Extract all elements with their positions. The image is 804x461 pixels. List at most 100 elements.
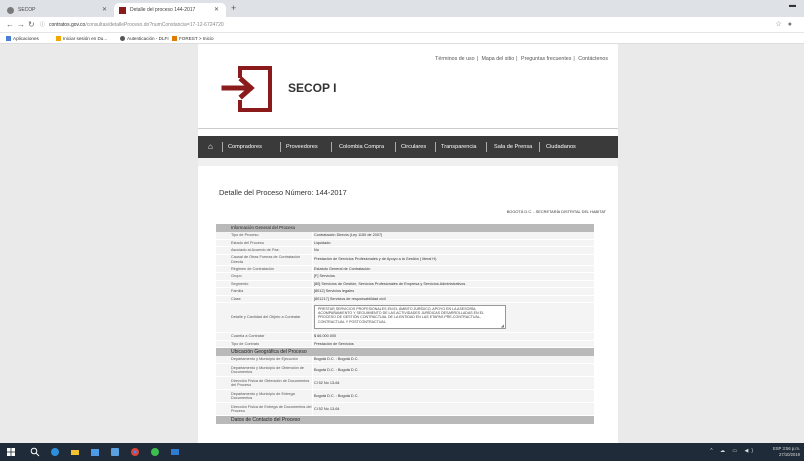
app-icon[interactable] xyxy=(170,447,180,457)
nav-divider xyxy=(331,142,332,152)
row-label: Detalle y Cantidad del Objeto a Contrata… xyxy=(231,315,301,320)
info-icon: ⓘ xyxy=(40,22,46,28)
browser-tab-detalle[interactable]: Detalle del proceso 144-2017 ✕ xyxy=(114,3,226,17)
nav-item-sala-prensa[interactable]: Sala de Prensa xyxy=(494,136,532,158)
globe-icon xyxy=(120,36,125,41)
bookmark-label: Aplicaciones xyxy=(13,36,39,41)
back-arrow-icon[interactable]: ← xyxy=(6,20,14,29)
table-row: Causal de Otras Formas de Contratación D… xyxy=(216,254,594,266)
row-value: Liquidado xyxy=(314,240,331,245)
url-field[interactable]: ⓘ contratos.gov.co/consultas/detalleProce… xyxy=(40,20,760,31)
link-contactenos[interactable]: Contáctenos xyxy=(578,56,608,62)
system-clock[interactable]: ESP 3:56 p.m. 27/10/2019 xyxy=(773,446,800,457)
cell-divider xyxy=(312,247,313,254)
bookmark-label: Iniciar sesión en Du... xyxy=(63,36,108,41)
cell-divider xyxy=(312,280,313,287)
nav-divider xyxy=(539,142,540,152)
bookmark-forest[interactable]: FOREST > Inicio xyxy=(172,33,214,44)
top-links: Términos de uso | Mapa del sitio | Pregunt… xyxy=(435,56,608,62)
forward-arrow-icon[interactable]: → xyxy=(17,20,25,29)
row-label: Dirección Física de Entrega de Documento… xyxy=(231,404,312,413)
table-row: Departamento y Municipio de Ejecución Bog… xyxy=(216,356,594,364)
table-row: Familia [8012] Servicios legales xyxy=(216,288,594,296)
header-divider xyxy=(198,128,618,129)
row-value: No xyxy=(314,248,319,253)
link-mapa[interactable]: Mapa del sitio xyxy=(481,56,514,62)
nav-divider xyxy=(486,142,487,152)
windows-start-icon[interactable] xyxy=(6,447,16,457)
reload-icon[interactable]: ↻ xyxy=(28,20,35,29)
row-value: Cl 52 No 13-64 xyxy=(314,380,340,385)
secop-logo-icon[interactable] xyxy=(220,62,280,116)
close-tab-icon[interactable]: ✕ xyxy=(102,3,107,17)
home-icon[interactable]: ⌂ xyxy=(208,136,213,158)
bookmark-apps[interactable]: Aplicaciones xyxy=(6,33,39,44)
store-icon[interactable] xyxy=(90,447,100,457)
nav-item-transparencia[interactable]: Transparencia xyxy=(441,136,477,158)
nav-divider xyxy=(222,142,223,152)
cell-divider xyxy=(312,377,313,389)
row-label: Departamento y Municipio de Ejecución xyxy=(231,357,298,362)
row-value: Bogotá D.C. : Bogotá D.C. xyxy=(314,367,359,372)
bookmarks-bar: Aplicaciones Iniciar sesión en Du... Aut… xyxy=(0,33,804,44)
minimize-icon[interactable]: ▬ xyxy=(789,2,796,9)
nav-item-ciudadanos[interactable]: Ciudadanos xyxy=(546,136,576,158)
chrome-icon[interactable] xyxy=(130,447,140,457)
row-value: Contratación Directa (Ley 1150 de 2007) xyxy=(314,233,383,238)
row-value: [F] Servicios xyxy=(314,274,335,279)
object-textarea[interactable]: PRESTAR SERVICIOS PROFESIONALES EN EL ÁM… xyxy=(314,305,506,329)
globe-icon xyxy=(7,7,14,14)
bookmark-label: FOREST > Inicio xyxy=(179,36,214,41)
cell-divider xyxy=(312,239,313,246)
table-row: Grupo [F] Servicios xyxy=(216,273,594,281)
nav-item-proveedores[interactable]: Proveedores xyxy=(286,136,318,158)
row-label: Tipo de Proceso xyxy=(231,233,259,238)
star-icon[interactable]: ☆● xyxy=(775,20,798,28)
cell-divider xyxy=(312,288,313,295)
bookmark-label: Autenticación - DLFI xyxy=(127,36,169,41)
bookmark-iniciar-sesion[interactable]: Iniciar sesión en Du... xyxy=(56,33,107,44)
nav-item-circulares[interactable]: Circulares xyxy=(401,136,426,158)
logo-text: SECOP I xyxy=(288,81,337,95)
whatsapp-icon[interactable] xyxy=(150,447,160,457)
apps-grid-icon xyxy=(6,36,11,41)
row-value: [8012] Servicios legales xyxy=(314,289,355,294)
bookmark-autenticacion[interactable]: Autenticación - DLFI xyxy=(120,33,169,44)
row-value: Cl 52 No 13-64 xyxy=(314,406,340,411)
close-tab-icon[interactable]: ✕ xyxy=(214,3,219,17)
url-host: contratos.gov.co xyxy=(49,22,86,28)
table-row: Departamento y Municipio de Entrega Docu… xyxy=(216,390,594,403)
link-preguntas[interactable]: Preguntas frecuentes xyxy=(521,56,571,62)
search-icon[interactable] xyxy=(30,447,40,457)
edge-icon[interactable] xyxy=(50,447,60,457)
table-row: Dirección Física de Obtención de Documen… xyxy=(216,377,594,390)
app-icon[interactable] xyxy=(110,447,120,457)
row-value: Estatuto General de Contratación xyxy=(314,266,371,271)
row-label: Segmento xyxy=(231,281,249,286)
row-value: [80] Servicios de Gestión, Servicios Pro… xyxy=(314,281,466,286)
tab-title: SECOP xyxy=(18,7,36,13)
nav-shadow-band xyxy=(198,158,618,166)
row-label: Tipo de Contrato xyxy=(231,341,260,346)
object-text: PRESTAR SERVICIOS PROFESIONALES EN EL ÁM… xyxy=(318,307,484,324)
new-tab-button[interactable]: + xyxy=(231,3,236,13)
input-lang: ESP xyxy=(772,446,782,451)
entity-name: BOGOTÁ D.C. - SECRETARÍA DISTRITAL DEL H… xyxy=(506,209,606,214)
row-label: Grupo xyxy=(231,274,242,279)
cell-divider xyxy=(312,232,313,239)
process-details-table: Información General del Proceso Tipo de … xyxy=(216,224,594,424)
table-row-object: Detalle y Cantidad del Objeto a Contrata… xyxy=(216,303,594,333)
tray-icons[interactable]: ^ ☁ ▭ ◀) xyxy=(710,448,756,454)
nav-item-compradores[interactable]: Compradores xyxy=(228,136,262,158)
resize-grip-icon[interactable]: ◢ xyxy=(501,323,504,328)
nav-item-colombia-compra[interactable]: Colombia Compra xyxy=(339,136,384,158)
browser-tab-secop[interactable]: SECOP ✕ xyxy=(2,3,114,17)
cell-divider xyxy=(312,265,313,272)
clock-date: 27/10/2019 xyxy=(779,451,800,457)
link-terminos[interactable]: Términos de uso xyxy=(435,56,474,62)
row-label: Dirección Física de Obtención de Documen… xyxy=(231,378,310,387)
file-explorer-icon[interactable] xyxy=(70,447,80,457)
section-header: Datos de Contacto del Proceso xyxy=(216,416,594,424)
secop-container: Términos de uso | Mapa del sitio | Pregunt… xyxy=(198,44,618,443)
table-row: Departamento y Municipio de Obtención de… xyxy=(216,364,594,377)
